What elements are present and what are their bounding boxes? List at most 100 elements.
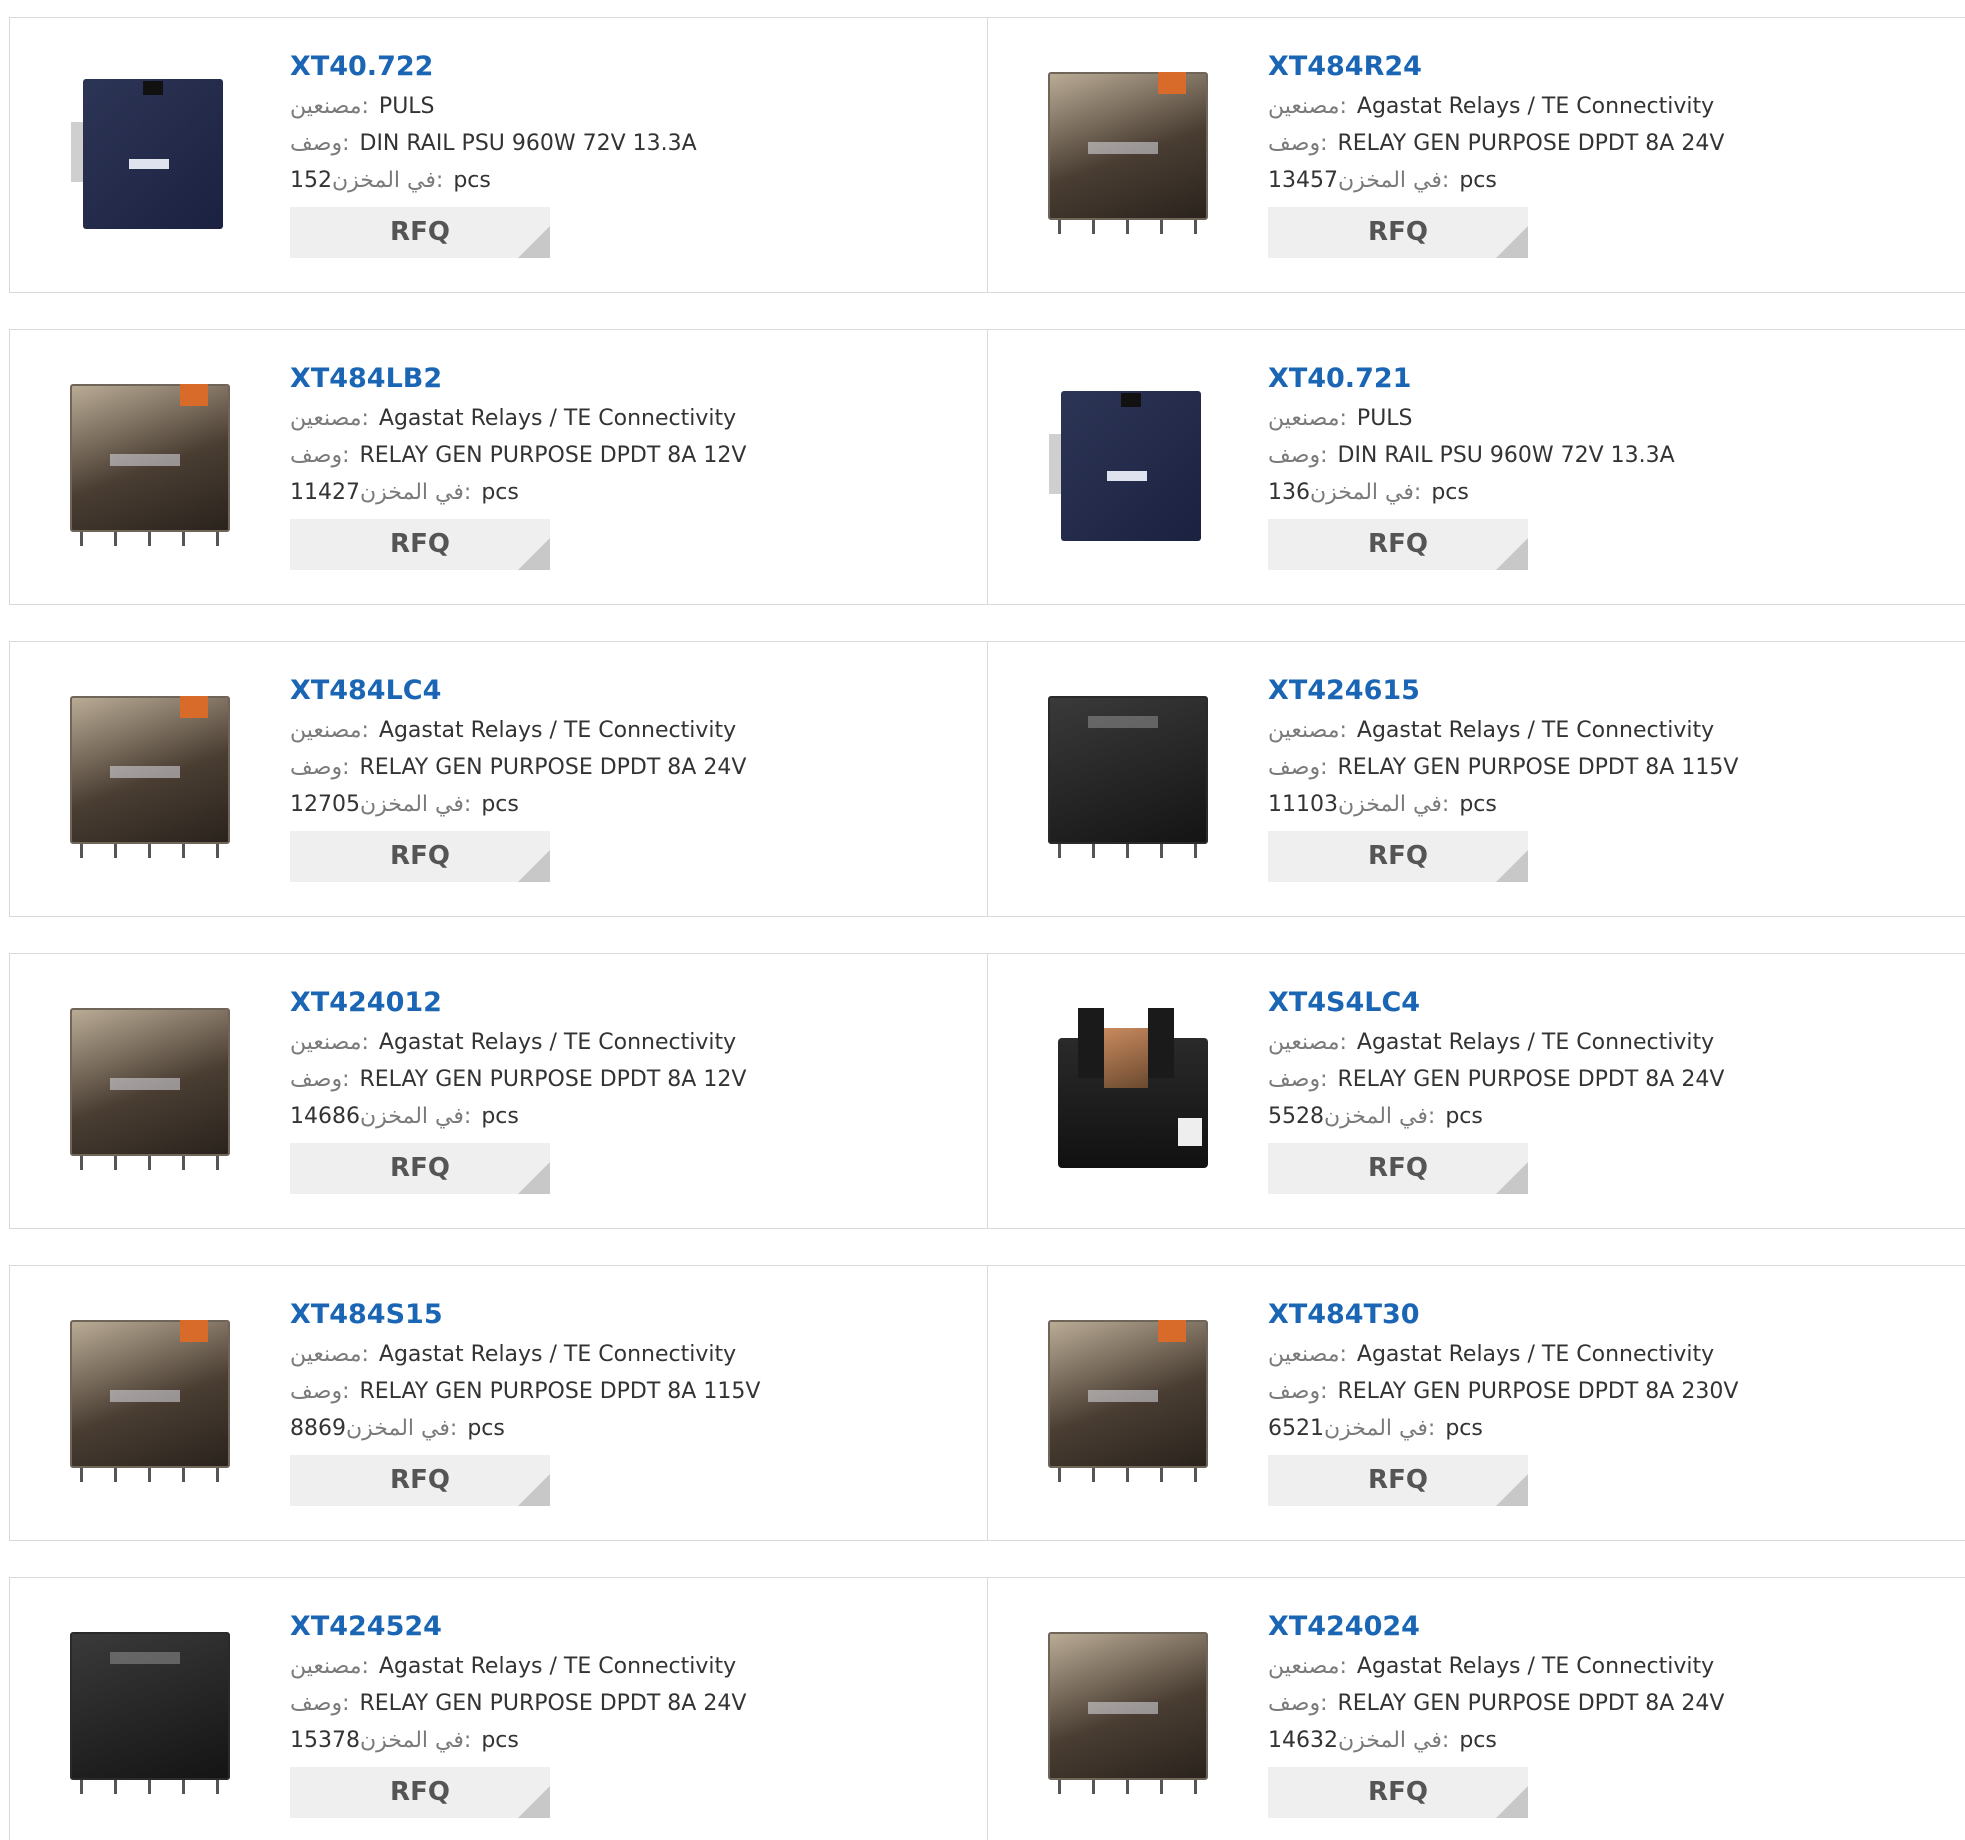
corner-triangle-icon bbox=[518, 226, 550, 258]
description-value: RELAY GEN PURPOSE DPDT 8A 24V bbox=[1337, 1067, 1725, 1092]
part-number-link[interactable]: XT484LC4 bbox=[290, 672, 970, 712]
product-card: XT40.722 مصنعين: PULS وصف: DIN RAIL PSU 96… bbox=[9, 17, 989, 293]
product-card: XT484T30 مصنعين: Agastat Relays / TE Conn… bbox=[987, 1265, 1965, 1541]
part-number-link[interactable]: XT424524 bbox=[290, 1608, 970, 1648]
part-number-link[interactable]: XT484R24 bbox=[1268, 48, 1948, 88]
stock-unit: pcs bbox=[453, 168, 491, 193]
manufacturer-row: مصنعين: PULS bbox=[1268, 400, 1948, 437]
description-row: وصف: RELAY GEN PURPOSE DPDT 8A 12V bbox=[290, 1061, 970, 1098]
corner-triangle-icon bbox=[1496, 226, 1528, 258]
manufacturer-label: مصنعين: bbox=[290, 406, 369, 431]
stock-unit: pcs bbox=[481, 792, 519, 817]
manufacturer-row: مصنعين: Agastat Relays / TE Connectivity bbox=[1268, 1648, 1948, 1685]
stock-unit: pcs bbox=[1431, 480, 1469, 505]
stock-label: في المخزن: bbox=[360, 1728, 472, 1753]
rfq-button[interactable]: RFQ bbox=[290, 1767, 550, 1818]
product-image[interactable] bbox=[50, 364, 250, 564]
relay-icon bbox=[60, 998, 240, 1178]
rfq-label: RFQ bbox=[1368, 1465, 1428, 1495]
rfq-label: RFQ bbox=[1368, 529, 1428, 559]
manufacturer-label: مصنعين: bbox=[1268, 406, 1347, 431]
description-value: DIN RAIL PSU 960W 72V 13.3A bbox=[359, 131, 697, 156]
rfq-button[interactable]: RFQ bbox=[1268, 207, 1528, 258]
stock-unit: pcs bbox=[467, 1416, 505, 1441]
part-number-link[interactable]: XT40.721 bbox=[1268, 360, 1948, 400]
product-image[interactable] bbox=[50, 52, 250, 252]
product-image[interactable] bbox=[50, 676, 250, 876]
manufacturer-label: مصنعين: bbox=[1268, 94, 1347, 119]
relay-socket-icon bbox=[1038, 998, 1218, 1178]
part-number-link[interactable]: XT424024 bbox=[1268, 1608, 1948, 1648]
part-number-link[interactable]: XT4S4LC4 bbox=[1268, 984, 1948, 1024]
manufacturer-label: مصنعين: bbox=[290, 1342, 369, 1367]
rfq-label: RFQ bbox=[390, 1777, 450, 1807]
product-image[interactable] bbox=[50, 1612, 250, 1812]
manufacturer-row: مصنعين: Agastat Relays / TE Connectivity bbox=[1268, 1336, 1948, 1373]
rfq-button[interactable]: RFQ bbox=[290, 1455, 550, 1506]
product-image[interactable] bbox=[50, 988, 250, 1188]
rfq-button[interactable]: RFQ bbox=[1268, 1767, 1528, 1818]
description-value: RELAY GEN PURPOSE DPDT 8A 12V bbox=[359, 443, 747, 468]
product-image[interactable] bbox=[1028, 988, 1228, 1188]
stock-unit: pcs bbox=[481, 1728, 519, 1753]
rfq-button[interactable]: RFQ bbox=[290, 519, 550, 570]
description-row: وصف: RELAY GEN PURPOSE DPDT 8A 12V bbox=[290, 437, 970, 474]
stock-unit: pcs bbox=[481, 480, 519, 505]
stock-value: 5528 bbox=[1268, 1104, 1324, 1129]
product-image[interactable] bbox=[1028, 364, 1228, 564]
rfq-label: RFQ bbox=[1368, 1777, 1428, 1807]
part-number-link[interactable]: XT484T30 bbox=[1268, 1296, 1948, 1336]
rfq-button[interactable]: RFQ bbox=[1268, 1455, 1528, 1506]
stock-label: في المخزن: bbox=[360, 480, 472, 505]
description-label: وصف: bbox=[1268, 1691, 1328, 1716]
description-label: وصف: bbox=[1268, 1067, 1328, 1092]
part-number-link[interactable]: XT424615 bbox=[1268, 672, 1948, 712]
manufacturer-value: Agastat Relays / TE Connectivity bbox=[378, 1030, 737, 1055]
product-image[interactable] bbox=[50, 1300, 250, 1500]
product-card: XT424024 مصنعين: Agastat Relays / TE Conn… bbox=[987, 1577, 1965, 1840]
rfq-button[interactable]: RFQ bbox=[1268, 1143, 1528, 1194]
relay-icon bbox=[60, 374, 240, 554]
description-row: وصف: RELAY GEN PURPOSE DPDT 8A 24V bbox=[290, 749, 970, 786]
relay-dark-icon bbox=[1038, 686, 1218, 866]
manufacturer-label: مصنعين: bbox=[290, 718, 369, 743]
stock-value: 13457 bbox=[1268, 168, 1338, 193]
rfq-button[interactable]: RFQ bbox=[290, 207, 550, 258]
description-label: وصف: bbox=[1268, 755, 1328, 780]
manufacturer-value: Agastat Relays / TE Connectivity bbox=[1356, 718, 1715, 743]
rfq-button[interactable]: RFQ bbox=[1268, 519, 1528, 570]
manufacturer-value: Agastat Relays / TE Connectivity bbox=[378, 1654, 737, 1679]
description-value: RELAY GEN PURPOSE DPDT 8A 12V bbox=[359, 1067, 747, 1092]
rfq-button[interactable]: RFQ bbox=[290, 1143, 550, 1194]
stock-row: 15378في المخزن: pcs bbox=[290, 1722, 970, 1759]
product-image[interactable] bbox=[1028, 676, 1228, 876]
part-number-link[interactable]: XT484LB2 bbox=[290, 360, 970, 400]
part-number-link[interactable]: XT424012 bbox=[290, 984, 970, 1024]
stock-value: 6521 bbox=[1268, 1416, 1324, 1441]
description-value: RELAY GEN PURPOSE DPDT 8A 230V bbox=[1337, 1379, 1739, 1404]
stock-unit: pcs bbox=[1459, 168, 1497, 193]
description-value: RELAY GEN PURPOSE DPDT 8A 24V bbox=[1337, 131, 1725, 156]
part-number-link[interactable]: XT484S15 bbox=[290, 1296, 970, 1336]
corner-triangle-icon bbox=[1496, 850, 1528, 882]
stock-row: 136في المخزن: pcs bbox=[1268, 474, 1948, 511]
rfq-button[interactable]: RFQ bbox=[1268, 831, 1528, 882]
corner-triangle-icon bbox=[518, 1786, 550, 1818]
description-label: وصف: bbox=[1268, 443, 1328, 468]
description-row: وصف: RELAY GEN PURPOSE DPDT 8A 115V bbox=[290, 1373, 970, 1410]
stock-label: في المخزن: bbox=[1324, 1416, 1436, 1441]
stock-value: 15378 bbox=[290, 1728, 360, 1753]
stock-row: 11427في المخزن: pcs bbox=[290, 474, 970, 511]
product-card: XT424615 مصنعين: Agastat Relays / TE Conn… bbox=[987, 641, 1965, 917]
rfq-label: RFQ bbox=[390, 1465, 450, 1495]
stock-unit: pcs bbox=[1445, 1416, 1483, 1441]
description-label: وصف: bbox=[290, 131, 350, 156]
relay-dark-icon bbox=[60, 1622, 240, 1802]
product-image[interactable] bbox=[1028, 1300, 1228, 1500]
product-image[interactable] bbox=[1028, 52, 1228, 252]
part-number-link[interactable]: XT40.722 bbox=[290, 48, 970, 88]
product-image[interactable] bbox=[1028, 1612, 1228, 1812]
corner-triangle-icon bbox=[518, 850, 550, 882]
rfq-button[interactable]: RFQ bbox=[290, 831, 550, 882]
description-row: وصف: DIN RAIL PSU 960W 72V 13.3A bbox=[1268, 437, 1948, 474]
